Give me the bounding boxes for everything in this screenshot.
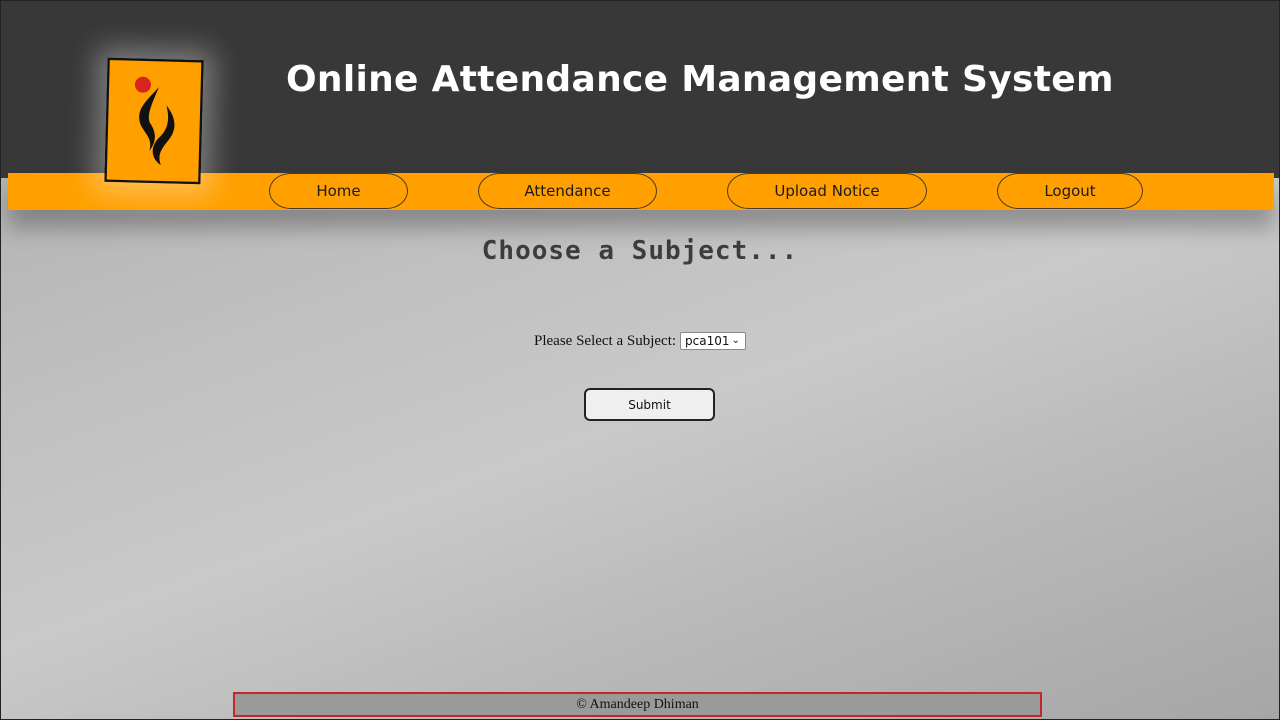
page-heading: Choose a Subject...: [481, 236, 799, 266]
subject-select-value: pca101: [685, 334, 730, 348]
subject-form-row: Please Select a Subject: pca101 ⌄: [534, 332, 747, 350]
nav-home-link[interactable]: Home: [269, 173, 408, 209]
footer-copyright: © Amandeep Dhiman: [233, 692, 1042, 717]
nav-attendance-link[interactable]: Attendance: [478, 173, 657, 209]
site-title: Online Attendance Management System: [286, 59, 1114, 100]
flame-emblem-logo: [104, 57, 204, 185]
subject-select[interactable]: pca101 ⌄: [680, 332, 747, 350]
nav-attendance-label: Attendance: [524, 182, 611, 200]
nav-upload-notice-label: Upload Notice: [774, 182, 880, 200]
nav-logout-link[interactable]: Logout: [997, 173, 1143, 209]
submit-button[interactable]: Submit: [584, 388, 715, 421]
nav-upload-notice-link[interactable]: Upload Notice: [727, 173, 927, 209]
nav-home-label: Home: [316, 182, 361, 200]
subject-label: Please Select a Subject:: [534, 332, 677, 349]
submit-button-label: Submit: [628, 397, 671, 412]
footer-text: © Amandeep Dhiman: [576, 696, 699, 712]
chevron-down-icon: ⌄: [731, 335, 741, 346]
nav-logout-label: Logout: [1044, 182, 1096, 200]
